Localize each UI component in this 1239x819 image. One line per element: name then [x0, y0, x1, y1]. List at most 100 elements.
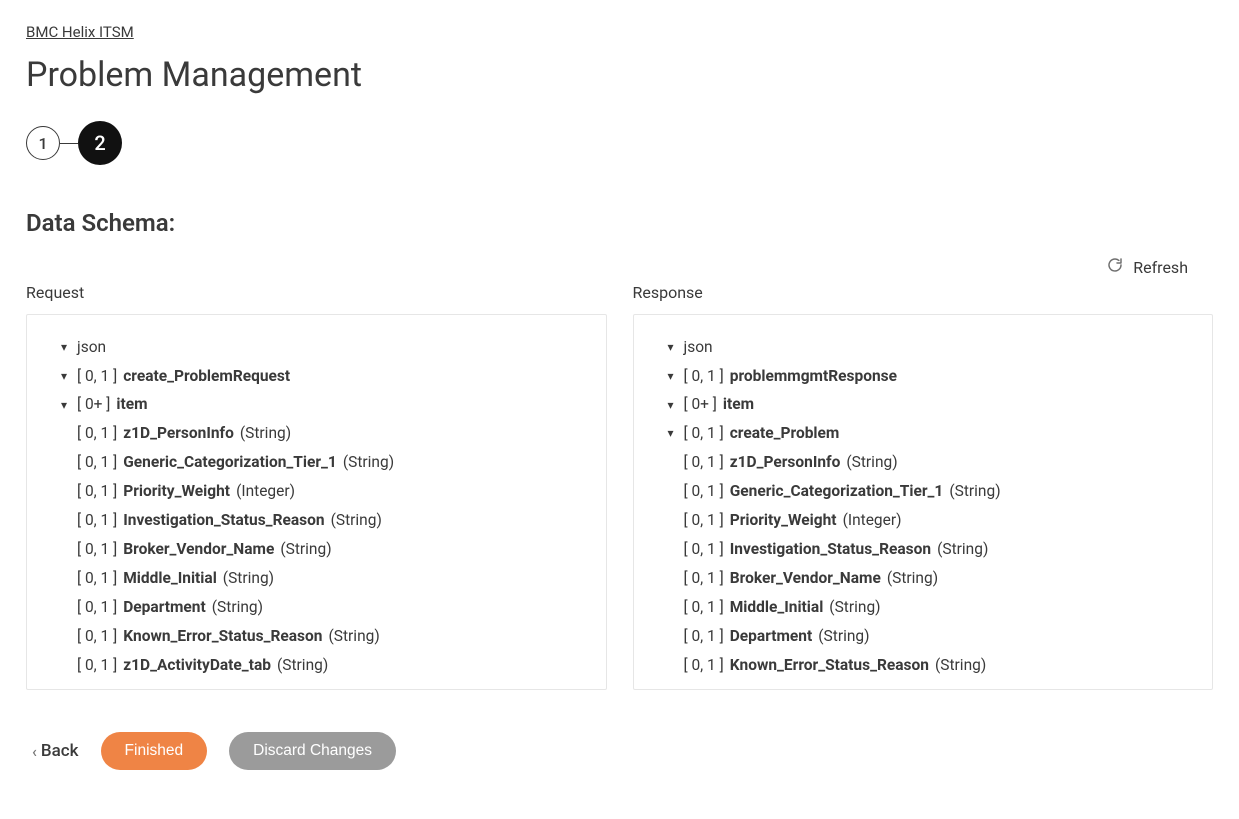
tree-cardinality: [ 0, 1 ]	[77, 622, 117, 651]
chevron-down-icon[interactable]: ▾	[664, 394, 678, 416]
tree-leaf[interactable]: [ 0, 1 ]z1D_ActivityDate_tab(String)	[57, 651, 594, 680]
tree-leaf[interactable]: [ 0, 1 ]Middle_Initial(String)	[57, 564, 594, 593]
tree-label: Priority_Weight	[730, 506, 837, 535]
tree-node-json[interactable]: ▾ json	[57, 333, 594, 362]
tree-leaf[interactable]: [ 0, 1 ]Priority_Weight(Integer)	[57, 477, 594, 506]
tree-type: (String)	[280, 535, 331, 564]
tree-cardinality: [ 0, 1 ]	[77, 506, 117, 535]
tree-node[interactable]: ▾ [ 0+ ] item	[664, 390, 1201, 419]
tree-label: Department	[730, 622, 813, 651]
tree-label: Priority_Weight	[123, 477, 230, 506]
tree-node[interactable]: ▾ [ 0, 1 ] create_ProblemRequest	[57, 362, 594, 391]
chevron-down-icon[interactable]: ▾	[57, 336, 71, 358]
tree-label: Middle_Initial	[730, 593, 824, 622]
tree-label: problemmgmtResponse	[730, 362, 897, 391]
request-tree: ▾ json ▾ [ 0, 1 ] create_ProblemRequest	[57, 333, 594, 680]
response-tree: ▾ json ▾ [ 0, 1 ] problemmgmtResponse	[664, 333, 1201, 680]
tree-label: item	[723, 390, 754, 419]
tree-label: Investigation_Status_Reason	[123, 506, 324, 535]
tree-node[interactable]: ▾ [ 0+ ] item	[57, 390, 594, 419]
tree-type: (String)	[818, 622, 869, 651]
tree-cardinality: [ 0, 1 ]	[684, 448, 724, 477]
tree-leaf[interactable]: [ 0, 1 ]Generic_Categorization_Tier_1(St…	[57, 448, 594, 477]
step-2[interactable]: 2	[78, 121, 122, 165]
request-header: Request	[26, 283, 607, 302]
refresh-button[interactable]: Refresh	[1107, 257, 1188, 277]
tree-type: (String)	[343, 448, 394, 477]
tree-label: create_ProblemRequest	[123, 362, 290, 391]
tree-type: (String)	[277, 651, 328, 680]
tree-type: (Integer)	[843, 506, 902, 535]
tree-type: (Integer)	[236, 477, 295, 506]
tree-cardinality: [ 0+ ]	[77, 390, 110, 419]
tree-leaf[interactable]: [ 0, 1 ]Generic_Categorization_Tier_1(St…	[664, 477, 1201, 506]
tree-cardinality: [ 0, 1 ]	[77, 362, 117, 391]
tree-node-json[interactable]: ▾ json	[664, 333, 1201, 362]
tree-label: z1D_PersonInfo	[730, 448, 841, 477]
chevron-down-icon[interactable]: ▾	[664, 336, 678, 358]
back-label: Back	[41, 741, 79, 761]
tree-type: (String)	[829, 593, 880, 622]
tree-type: (String)	[887, 564, 938, 593]
tree-label: Broker_Vendor_Name	[123, 535, 274, 564]
tree-leaf[interactable]: [ 0, 1 ]Investigation_Status_Reason(Stri…	[664, 535, 1201, 564]
tree-label: z1D_ActivityDate_tab	[123, 651, 271, 680]
tree-node[interactable]: ▾ [ 0, 1 ] problemmgmtResponse	[664, 362, 1201, 391]
tree-node[interactable]: ▾ [ 0, 1 ] create_Problem	[664, 419, 1201, 448]
tree-label: Generic_Categorization_Tier_1	[730, 477, 944, 506]
tree-leaf[interactable]: [ 0, 1 ]Broker_Vendor_Name(String)	[664, 564, 1201, 593]
tree-cardinality: [ 0, 1 ]	[77, 535, 117, 564]
step-1[interactable]: 1	[26, 126, 60, 160]
refresh-label: Refresh	[1133, 258, 1188, 277]
tree-label: Broker_Vendor_Name	[730, 564, 881, 593]
tree-type: (String)	[212, 593, 263, 622]
tree-cardinality: [ 0, 1 ]	[684, 477, 724, 506]
tree-leaf[interactable]: [ 0, 1 ]z1D_PersonInfo(String)	[664, 448, 1201, 477]
tree-cardinality: [ 0, 1 ]	[684, 622, 724, 651]
tree-leaf[interactable]: [ 0, 1 ]z1D_PersonInfo(String)	[57, 419, 594, 448]
request-panel: ▾ json ▾ [ 0, 1 ] create_ProblemRequest	[26, 314, 607, 690]
finished-button[interactable]: Finished	[101, 732, 208, 770]
tree-cardinality: [ 0, 1 ]	[77, 419, 117, 448]
tree-cardinality: [ 0, 1 ]	[684, 593, 724, 622]
tree-type: (String)	[328, 622, 379, 651]
tree-type: (String)	[846, 448, 897, 477]
tree-type: (String)	[240, 419, 291, 448]
tree-label: Generic_Categorization_Tier_1	[123, 448, 337, 477]
stepper: 1 2	[26, 121, 1213, 165]
tree-label: json	[684, 333, 713, 362]
chevron-down-icon[interactable]: ▾	[57, 365, 71, 387]
tree-type: (String)	[935, 651, 986, 680]
tree-label: Department	[123, 593, 206, 622]
breadcrumb-link[interactable]: BMC Helix ITSM	[26, 23, 134, 41]
tree-cardinality: [ 0+ ]	[684, 390, 717, 419]
tree-cardinality: [ 0, 1 ]	[77, 448, 117, 477]
back-button[interactable]: ‹ Back	[32, 741, 79, 761]
tree-cardinality: [ 0, 1 ]	[684, 535, 724, 564]
tree-cardinality: [ 0, 1 ]	[684, 506, 724, 535]
chevron-down-icon[interactable]: ▾	[664, 422, 678, 444]
step-connector	[60, 143, 78, 144]
tree-leaf[interactable]: [ 0, 1 ]Broker_Vendor_Name(String)	[57, 535, 594, 564]
tree-leaf[interactable]: [ 0, 1 ]Department(String)	[664, 622, 1201, 651]
tree-label: create_Problem	[730, 419, 840, 448]
chevron-down-icon[interactable]: ▾	[664, 365, 678, 387]
tree-leaf[interactable]: [ 0, 1 ]Known_Error_Status_Reason(String…	[57, 622, 594, 651]
tree-cardinality: [ 0, 1 ]	[684, 564, 724, 593]
tree-leaf[interactable]: [ 0, 1 ]Department(String)	[57, 593, 594, 622]
response-panel: ▾ json ▾ [ 0, 1 ] problemmgmtResponse	[633, 314, 1214, 690]
tree-leaf[interactable]: [ 0, 1 ]Priority_Weight(Integer)	[664, 506, 1201, 535]
chevron-left-icon: ‹	[32, 742, 37, 761]
tree-type: (String)	[331, 506, 382, 535]
tree-cardinality: [ 0, 1 ]	[684, 419, 724, 448]
tree-leaf[interactable]: [ 0, 1 ]Known_Error_Status_Reason(String…	[664, 651, 1201, 680]
tree-leaf[interactable]: [ 0, 1 ]Investigation_Status_Reason(Stri…	[57, 506, 594, 535]
tree-leaf[interactable]: [ 0, 1 ]Middle_Initial(String)	[664, 593, 1201, 622]
chevron-down-icon[interactable]: ▾	[57, 394, 71, 416]
tree-cardinality: [ 0, 1 ]	[77, 651, 117, 680]
tree-label: z1D_PersonInfo	[123, 419, 234, 448]
discard-changes-button[interactable]: Discard Changes	[229, 732, 396, 770]
tree-label: item	[116, 390, 147, 419]
tree-cardinality: [ 0, 1 ]	[77, 564, 117, 593]
tree-label: Middle_Initial	[123, 564, 217, 593]
